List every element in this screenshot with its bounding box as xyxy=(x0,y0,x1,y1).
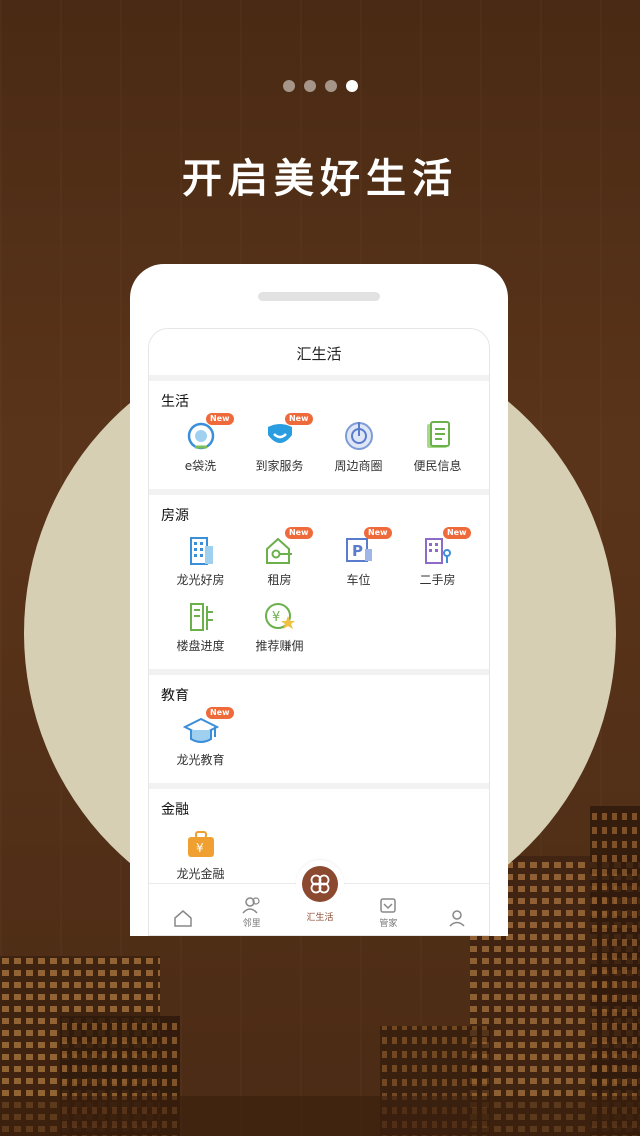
graduation-cap-icon xyxy=(182,717,219,743)
tab-home[interactable] xyxy=(149,909,217,935)
item-longguang-house[interactable]: 龙光好房 xyxy=(161,533,240,599)
item-rental[interactable]: New 租房 xyxy=(240,527,319,599)
page-dot[interactable] xyxy=(324,80,337,92)
item-label: 楼盘进度 xyxy=(176,639,225,653)
app-screen: 汇生活 生活 New e袋洗 New 到家服务 周边商圈 便民信息 房源 龙光好… xyxy=(148,328,490,936)
tab-label: 邻里 xyxy=(242,919,261,929)
item-label: 车位 xyxy=(346,573,371,587)
item-laundry[interactable]: New e袋洗 xyxy=(161,413,240,485)
item-label: 到家服务 xyxy=(255,459,304,473)
section-title: 房源 xyxy=(161,508,189,524)
new-badge: New xyxy=(442,527,471,539)
phone-speaker xyxy=(258,292,380,301)
home-service-icon xyxy=(267,424,292,443)
page-dot[interactable] xyxy=(282,80,295,92)
nearby-business-icon xyxy=(344,422,373,450)
community-info-icon xyxy=(426,421,450,448)
item-label: 周边商圈 xyxy=(334,459,383,473)
section-title: 教育 xyxy=(161,688,189,704)
item-second-hand-house[interactable]: New 二手房 xyxy=(398,527,477,599)
tab-profile[interactable] xyxy=(423,909,489,935)
item-label: 便民信息 xyxy=(413,459,462,473)
item-label: 推荐赚佣 xyxy=(255,639,304,653)
clover-icon xyxy=(310,874,330,894)
tab-neighbors[interactable]: 邻里 xyxy=(218,896,286,935)
tab-butler[interactable]: 管家 xyxy=(354,896,422,935)
butler-icon xyxy=(380,898,397,913)
tab-label: 汇生活 xyxy=(306,913,334,923)
item-label: 龙光好房 xyxy=(176,573,225,587)
tab-label: 管家 xyxy=(379,919,398,929)
item-parking[interactable]: P New 车位 xyxy=(319,527,398,599)
item-label: 龙光金融 xyxy=(176,867,225,881)
svg-text:¥: ¥ xyxy=(196,841,204,855)
section-title: 金融 xyxy=(161,802,189,818)
svg-text:P: P xyxy=(352,542,363,560)
item-label: e袋洗 xyxy=(184,459,217,473)
item-referral-commission[interactable]: ¥ 推荐赚佣 xyxy=(240,599,319,665)
laundry-icon xyxy=(187,422,214,450)
headline: 开启美好生活 xyxy=(182,156,458,202)
second-hand-house-icon xyxy=(424,538,451,564)
referral-commission-icon: ¥ xyxy=(264,603,295,629)
tab-huishenghuo[interactable]: 汇生活 xyxy=(286,860,354,929)
new-badge: New xyxy=(284,527,313,539)
item-nearby-business[interactable]: 周边商圈 xyxy=(319,419,398,485)
item-construction-progress[interactable]: 楼盘进度 xyxy=(161,599,240,665)
item-label: 租房 xyxy=(267,573,292,587)
new-badge: New xyxy=(205,707,234,719)
item-home-service[interactable]: New 到家服务 xyxy=(240,413,319,485)
new-badge: New xyxy=(363,527,392,539)
item-label: 龙光教育 xyxy=(176,753,225,767)
page-indicator xyxy=(0,80,640,92)
construction-progress-icon xyxy=(189,603,213,631)
page-dot[interactable] xyxy=(303,80,316,92)
bottom-tab-bar: 邻里 汇生活 管家 xyxy=(149,860,489,935)
phone-mockup: 汇生活 生活 New e袋洗 New 到家服务 周边商圈 便民信息 房源 龙光好… xyxy=(130,264,508,936)
home-icon xyxy=(174,910,192,927)
svg-text:¥: ¥ xyxy=(272,610,280,625)
section-education: 教育 New 龙光教育 xyxy=(149,675,489,783)
section-title: 生活 xyxy=(161,394,189,410)
parking-icon: P xyxy=(345,538,372,562)
neighbors-icon xyxy=(242,897,260,914)
page-dot-active[interactable] xyxy=(345,80,358,92)
item-community-info[interactable]: 便民信息 xyxy=(398,419,477,485)
section-housing: 房源 龙光好房 New 租房 P New 车位 New 二手房 楼盘进度 ¥ 推… xyxy=(149,495,489,669)
item-longguang-education[interactable]: New 龙光教育 xyxy=(161,707,240,779)
finance-briefcase-icon: ¥ xyxy=(187,831,214,857)
profile-icon xyxy=(449,910,465,927)
section-life: 生活 New e袋洗 New 到家服务 周边商圈 便民信息 xyxy=(149,381,489,489)
item-label: 二手房 xyxy=(419,573,456,587)
building-icon xyxy=(189,537,213,565)
rental-icon xyxy=(265,537,292,564)
app-title: 汇生活 xyxy=(149,329,489,375)
new-badge: New xyxy=(284,413,313,425)
new-badge: New xyxy=(205,413,234,425)
